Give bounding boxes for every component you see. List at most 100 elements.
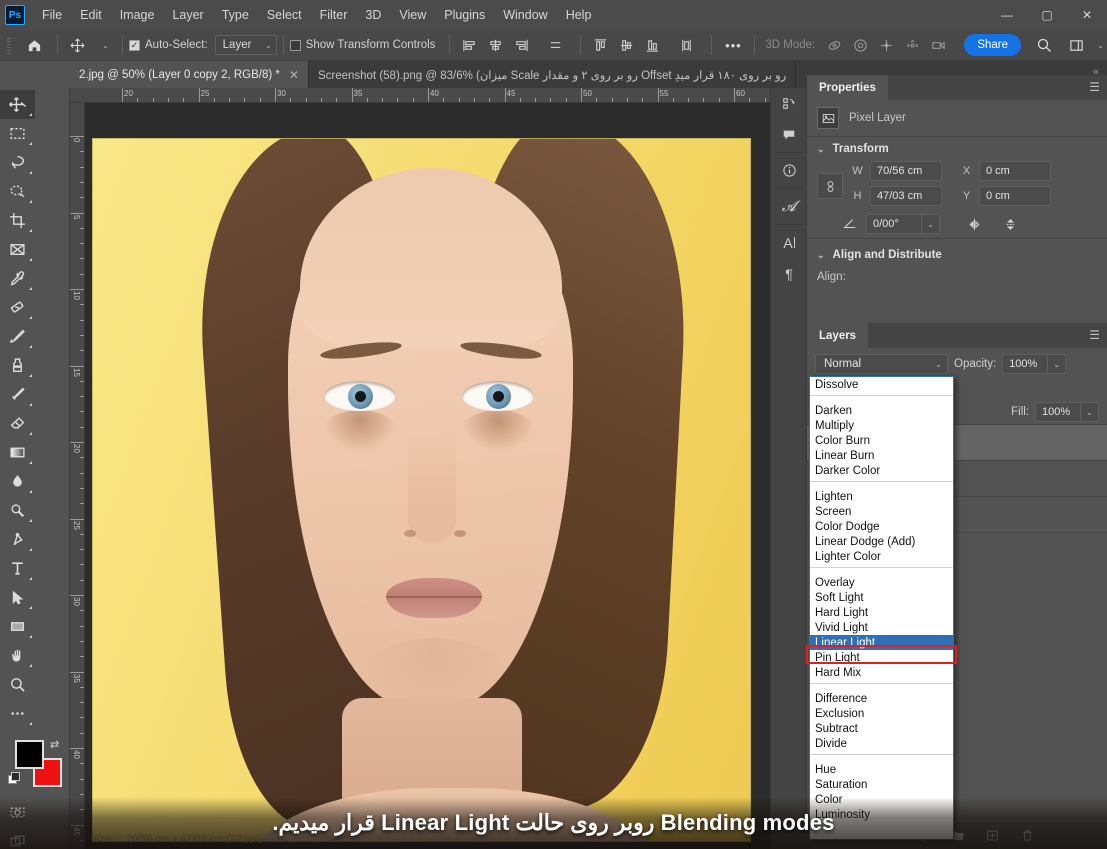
move-tool-icon[interactable]: [64, 33, 90, 57]
blend-mode-option[interactable]: Pin Light: [810, 650, 953, 665]
angle-control[interactable]: 0/00° ⌄: [866, 214, 940, 234]
flip-horizontal-icon[interactable]: [967, 217, 982, 232]
3d-pan-icon[interactable]: [873, 33, 899, 57]
auto-select-target-dropdown[interactable]: Layer ⌄: [214, 35, 277, 55]
blend-mode-option[interactable]: Lighter Color: [810, 549, 953, 564]
flip-vertical-icon[interactable]: [1003, 217, 1018, 232]
menu-item-window[interactable]: Window: [494, 4, 556, 26]
opacity-field[interactable]: 100%: [1002, 354, 1049, 374]
align-distribute-header[interactable]: ⌄ Align and Distribute: [817, 249, 1097, 261]
blend-mode-option[interactable]: Lighten: [810, 489, 953, 504]
blend-mode-option[interactable]: Exclusion: [810, 706, 953, 721]
blend-mode-option[interactable]: Dissolve: [810, 377, 953, 392]
menu-item-file[interactable]: File: [33, 4, 71, 26]
tool-preset-chevron-icon[interactable]: ⌄: [90, 33, 116, 57]
3d-slide-icon[interactable]: [899, 33, 925, 57]
blend-mode-option[interactable]: Linear Light: [810, 635, 953, 650]
lasso-tool[interactable]: [0, 148, 35, 177]
tab-properties[interactable]: Properties: [807, 75, 888, 100]
paragraph-icon[interactable]: ¶: [771, 258, 807, 289]
chevron-down-icon[interactable]: ⌄: [1081, 402, 1099, 422]
menu-item-view[interactable]: View: [390, 4, 435, 26]
distribute-vertical-centers-icon[interactable]: [613, 33, 639, 57]
path-selection-tool[interactable]: [0, 583, 35, 612]
document-canvas[interactable]: [92, 138, 751, 842]
eyedropper-tool[interactable]: [0, 264, 35, 293]
document-tab-active[interactable]: 2.jpg @ 50% (Layer 0 copy 2, RGB/8) * ✕: [70, 61, 309, 88]
menu-item-help[interactable]: Help: [557, 4, 601, 26]
healing-brush-tool[interactable]: [0, 293, 35, 322]
zoom-tool[interactable]: [0, 670, 35, 699]
clone-stamp-tool[interactable]: [0, 351, 35, 380]
move-tool[interactable]: [0, 90, 35, 119]
fill-control[interactable]: 100% ⌄: [1035, 402, 1099, 422]
chevron-down-icon[interactable]: ⌄: [1048, 354, 1067, 374]
align-right-edges-icon[interactable]: [508, 33, 534, 57]
swap-colors-icon[interactable]: ⇄: [50, 738, 59, 751]
blend-mode-option[interactable]: Saturation: [810, 777, 953, 792]
blend-mode-option[interactable]: Darker Color: [810, 463, 953, 478]
x-field[interactable]: 0 cm: [979, 161, 1051, 181]
3d-camera-icon[interactable]: [925, 33, 951, 57]
document-tab-secondary[interactable]: ‏رو بر روی ۱۸۰ قرار میدِ Offset رو بر رو…: [309, 61, 797, 88]
tab-layers[interactable]: Layers: [807, 323, 869, 348]
gradient-tool[interactable]: [0, 438, 35, 467]
hand-tool[interactable]: [0, 641, 35, 670]
panel-menu-icon[interactable]: ☰: [1089, 81, 1100, 93]
blend-mode-option[interactable]: Overlay: [810, 575, 953, 590]
blend-mode-option[interactable]: Hard Light: [810, 605, 953, 620]
home-icon[interactable]: [17, 33, 51, 57]
eraser-tool[interactable]: [0, 409, 35, 438]
blend-mode-dropdown[interactable]: Normal ⌄: [815, 354, 948, 374]
info-icon[interactable]: [771, 155, 807, 186]
angle-field[interactable]: 0/00°: [866, 214, 922, 234]
blend-mode-option[interactable]: Soft Light: [810, 590, 953, 605]
menu-item-plugins[interactable]: Plugins: [435, 4, 494, 26]
blend-mode-option[interactable]: Screen: [810, 504, 953, 519]
blend-mode-option[interactable]: Color Burn: [810, 433, 953, 448]
menu-item-filter[interactable]: Filter: [311, 4, 357, 26]
minimize-button[interactable]: —: [987, 0, 1027, 30]
align-horizontal-centers-icon[interactable]: [482, 33, 508, 57]
frame-tool[interactable]: [0, 235, 35, 264]
blend-mode-option[interactable]: Subtract: [810, 721, 953, 736]
blend-mode-option[interactable]: Color Dodge: [810, 519, 953, 534]
menu-item-3d[interactable]: 3D: [356, 4, 390, 26]
align-top-edges-icon[interactable]: [542, 33, 568, 57]
blend-mode-option[interactable]: Divide: [810, 736, 953, 751]
panel-menu-icon[interactable]: ☰: [1089, 329, 1100, 341]
show-transform-controls-checkbox[interactable]: Show Transform Controls: [289, 39, 435, 51]
object-selection-tool[interactable]: [0, 177, 35, 206]
edit-toolbar-button[interactable]: [0, 699, 35, 728]
menu-item-layer[interactable]: Layer: [163, 4, 212, 26]
blend-mode-option[interactable]: Difference: [810, 691, 953, 706]
blend-mode-option[interactable]: Linear Dodge (Add): [810, 534, 953, 549]
distribute-bottom-icon[interactable]: [639, 33, 665, 57]
menu-item-edit[interactable]: Edit: [71, 4, 111, 26]
crop-tool[interactable]: [0, 206, 35, 235]
blend-mode-option[interactable]: Hard Mix: [810, 665, 953, 680]
foreground-color-swatch[interactable]: [15, 740, 44, 769]
canvas-area[interactable]: [85, 103, 770, 849]
close-button[interactable]: ✕: [1067, 0, 1107, 30]
align-left-edges-icon[interactable]: [456, 33, 482, 57]
opacity-control[interactable]: 100% ⌄: [1002, 354, 1067, 374]
more-options-button[interactable]: •••: [718, 33, 748, 57]
share-button[interactable]: Share: [964, 34, 1021, 56]
brush-tool[interactable]: [0, 322, 35, 351]
workspace-chevron-icon[interactable]: ⌄: [1089, 33, 1107, 57]
rectangle-tool[interactable]: [0, 612, 35, 641]
dodge-tool[interactable]: [0, 496, 35, 525]
default-colors-icon[interactable]: [8, 772, 21, 785]
width-field[interactable]: 70/56 cm: [870, 161, 942, 181]
menu-item-image[interactable]: Image: [111, 4, 164, 26]
fill-field[interactable]: 100%: [1035, 402, 1081, 422]
3d-roll-icon[interactable]: [847, 33, 873, 57]
distribute-spacing-icon[interactable]: [673, 33, 699, 57]
blend-mode-option[interactable]: Vivid Light: [810, 620, 953, 635]
blend-mode-option[interactable]: Darken: [810, 403, 953, 418]
blend-mode-option[interactable]: Multiply: [810, 418, 953, 433]
auto-select-checkbox[interactable]: Auto-Select:: [129, 39, 208, 51]
3d-orbit-icon[interactable]: [821, 33, 847, 57]
search-icon[interactable]: [1031, 33, 1057, 57]
